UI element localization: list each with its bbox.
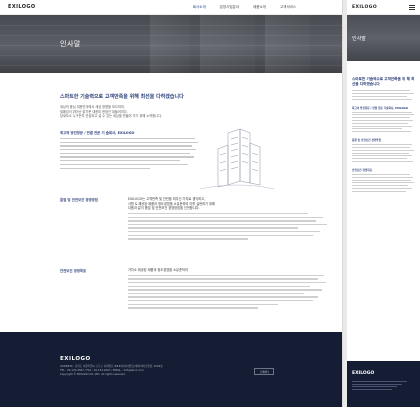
nav-item-company[interactable]: 회사소개 <box>193 5 206 10</box>
desktop-view: EXILOGO 회사소개 분양사업분야 제품소개 고객서비스 인사말 스마트한 … <box>0 0 343 407</box>
footer-copyright: Copyright © EXILOGO CO.,LTD. All rights … <box>60 373 126 376</box>
mobile-footer-logo: EXILOGO <box>352 371 375 376</box>
mobile-banner: 인사말 <box>347 15 420 61</box>
quality-policy-line: 다음과 같이 품질 및 안전보건 경영방침을 선언합니다. <box>128 206 200 211</box>
mobile-header: EXILOGO <box>347 0 420 15</box>
quality-policy-list <box>128 213 328 240</box>
mobile-content: 스마트한 기술력으로 고객만족을 위 해 최선을 다하겠습니다 최고의 방진창문… <box>347 61 420 192</box>
mobile-footer: EXILOGO <box>347 361 420 407</box>
nav-item-support[interactable]: 고객서비스 <box>280 5 296 10</box>
menu-icon[interactable] <box>409 4 415 10</box>
ceo-text-block <box>60 138 200 169</box>
page-title: 인사말 <box>60 40 81 48</box>
safety-goal-heading: 안전보건 경영목표 <box>60 269 87 273</box>
main-nav: 회사소개 분양사업분야 제품소개 고객서비스 <box>193 5 296 10</box>
greeting-line: 당새도소 누구든지 안심하고 살 수 있는 세상을 만들어 가기 위해 노력합니… <box>60 114 163 119</box>
building-illustration-icon <box>199 128 275 190</box>
safety-goal-section: 안전보건 경영목표 가치소 제공된 제품과 정도경영을 소유준하여 <box>60 268 330 328</box>
site-logo[interactable]: EXILOGO <box>8 4 36 10</box>
mobile-page-title: 인사말 <box>352 36 366 42</box>
quality-policy-section: 품질 및 안전보건 경영방침 EXILOGO는 고객만족 및 안전을 최우선 가… <box>60 197 330 257</box>
ceo-title: 최고의 방진창문 / 연결 전문 기 술회사, EXILOGO <box>60 131 135 135</box>
mobile-greeting-heading: 스마트한 기술력으로 고객만족을 위 해 최선을 다하겠습니다 <box>352 77 415 86</box>
site-header: EXILOGO 회사소개 분양사업분야 제품소개 고객서비스 <box>0 0 342 15</box>
nav-item-products[interactable]: 제품소개 <box>253 5 266 10</box>
mobile-quality-heading: 품질 및 안전보건 경영방침 <box>352 139 381 143</box>
safety-goal-line: 가치소 제공된 제품과 정도경영을 소유준하여 <box>128 268 188 272</box>
mobile-safety-heading: 안전보건 경영목표 <box>352 168 372 172</box>
mobile-logo[interactable]: EXILOGO <box>352 5 377 10</box>
ceo-message: 최고의 방진창문 / 연결 전문 기 술회사, EXILOGO <box>60 130 200 171</box>
greeting-intro: 스마트한 기술력으로 고객만족을 위해 최선을 다하겠습니다 세상의 중심 대한… <box>60 93 330 119</box>
footer-logo: EXILOGO <box>60 356 91 362</box>
greeting-heading: 스마트한 기술력으로 고객만족을 위해 최선을 다하겠습니다 <box>60 94 184 100</box>
site-footer: EXILOGO ADDRESS : 경기도 서울특별시 구로구 디지털로 ###… <box>0 332 342 407</box>
nav-item-business[interactable]: 분양사업분야 <box>220 5 239 10</box>
mobile-ceo-title: 최고의 방진창문 / 연결 전문 기술회사, EXILOGO <box>352 106 408 110</box>
safety-goal-list <box>128 274 328 309</box>
mobile-view: EXILOGO 인사말 스마트한 기술력으로 고객만족을 위 해 최선을 다하겠… <box>347 0 420 407</box>
page-banner: 인사말 <box>0 15 342 73</box>
footer-info: ADDRESS : 경기도 서울특별시 구로구 디지털로 ###(미디어빌딩) … <box>60 365 240 377</box>
quality-policy-heading: 품질 및 안전보건 경영방침 <box>60 198 98 202</box>
footer-support-button[interactable]: 고객센터 <box>254 368 274 375</box>
